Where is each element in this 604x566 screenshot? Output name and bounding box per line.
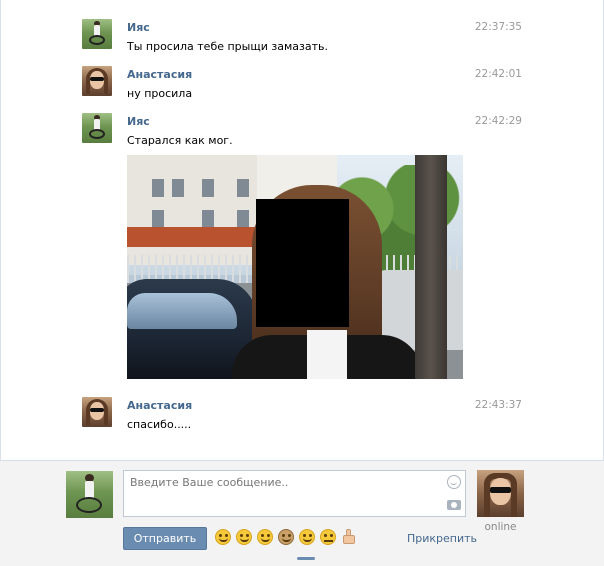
message-history: Ияс 22:37:35 Ты просила тебе прыщи замаз… — [0, 0, 604, 460]
message-text: ну просила — [127, 87, 193, 100]
message-time: 22:37:35 — [474, 21, 522, 33]
avatar-anastasia[interactable] — [82, 397, 112, 427]
avatar-iyas[interactable] — [82, 113, 112, 143]
emoji-page-indicator — [297, 557, 315, 560]
message-text: Ты просила тебе прыщи замазать. — [127, 40, 328, 53]
message-author[interactable]: Ияс — [127, 115, 150, 128]
thumbs-up-emoji-icon[interactable] — [342, 529, 356, 545]
censor-box — [256, 199, 349, 327]
send-button[interactable]: Отправить — [123, 527, 207, 550]
attach-button[interactable]: Прикрепить — [407, 532, 477, 545]
avatar-iyas[interactable] — [82, 19, 112, 49]
message-text: Старался как мог. — [127, 134, 233, 147]
message-time: 22:42:29 — [474, 115, 522, 127]
message-author[interactable]: Анастасия — [127, 68, 192, 81]
message-time: 22:42:01 — [474, 68, 522, 80]
laughing-emoji-icon[interactable] — [215, 529, 231, 545]
message-author[interactable]: Ияс — [127, 21, 150, 34]
neutral-emoji-icon[interactable] — [320, 529, 336, 545]
my-avatar[interactable] — [66, 471, 113, 518]
camera-icon[interactable] — [447, 500, 461, 510]
cheeky-emoji-icon[interactable] — [299, 529, 315, 545]
message-text: спасибо..... — [127, 418, 192, 431]
message-input[interactable]: Введите Ваше сообщение.. — [123, 470, 466, 517]
peer-avatar[interactable] — [477, 470, 524, 517]
cowboy-emoji-icon[interactable] — [278, 529, 294, 545]
avatar-anastasia[interactable] — [82, 66, 112, 96]
smile-emoji-icon[interactable] — [236, 529, 252, 545]
message-time: 22:43:37 — [474, 399, 522, 411]
attached-photo[interactable] — [127, 155, 463, 379]
peer-online-status: online — [484, 521, 517, 533]
message-author[interactable]: Анастасия — [127, 399, 192, 412]
grin-emoji-icon[interactable] — [257, 529, 273, 545]
smiley-icon[interactable] — [447, 475, 461, 489]
